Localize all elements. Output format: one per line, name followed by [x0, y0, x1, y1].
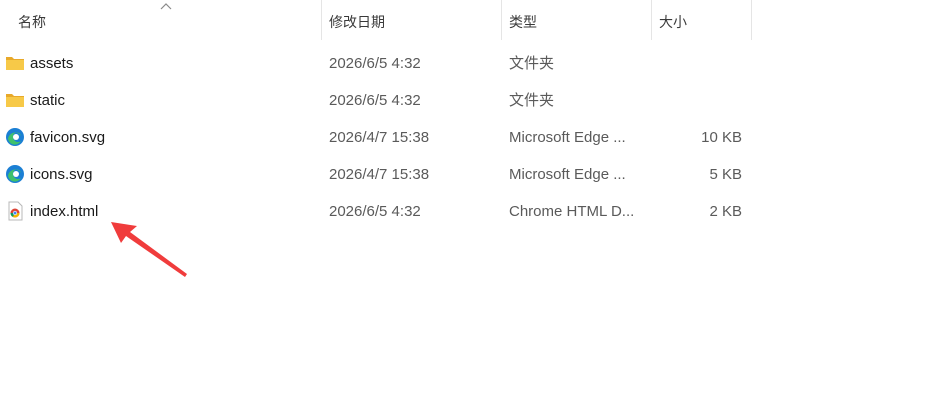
folder-icon: [6, 57, 24, 70]
edge-icon: [6, 165, 24, 183]
file-explorer: 名称 修改日期 类型 大小 assets 2026/6/5 4:32 文件夹 s…: [0, 0, 931, 414]
chrome-html-icon: [8, 201, 23, 221]
file-type: Microsoft Edge ...: [509, 129, 626, 146]
file-size: [652, 45, 742, 82]
file-type: 文件夹: [509, 55, 555, 72]
file-row-favicon[interactable]: favicon.svg 2026/4/7 15:38 Microsoft Edg…: [0, 119, 760, 156]
file-date: 2026/6/5 4:32: [329, 55, 421, 72]
file-row-static[interactable]: static 2026/6/5 4:32 文件夹: [0, 82, 760, 119]
file-type: 文件夹: [509, 92, 555, 109]
column-header-row: 名称 修改日期 类型 大小: [0, 0, 931, 40]
file-name: icons.svg: [30, 166, 93, 183]
file-name: static: [30, 92, 66, 109]
file-size: [652, 82, 742, 119]
file-type: Microsoft Edge ...: [509, 166, 626, 183]
column-header-name[interactable]: 名称: [10, 0, 322, 40]
column-header-size[interactable]: 大小: [651, 0, 751, 40]
file-size: 10 KB: [701, 129, 742, 146]
file-type: Chrome HTML D...: [509, 203, 635, 220]
file-name: favicon.svg: [30, 129, 106, 146]
file-date: 2026/4/7 15:38: [329, 166, 430, 183]
file-name: index.html: [30, 203, 99, 220]
file-row-index-html[interactable]: index.html 2026/6/5 4:32 Chrome HTML D..…: [0, 193, 760, 230]
file-size: 2 KB: [709, 203, 742, 220]
file-row-assets[interactable]: assets 2026/6/5 4:32 文件夹: [0, 45, 760, 82]
file-row-icons[interactable]: icons.svg 2026/4/7 15:38 Microsoft Edge …: [0, 156, 760, 193]
file-date: 2026/6/5 4:32: [329, 92, 421, 109]
column-header-type[interactable]: 类型: [501, 0, 651, 40]
column-divider[interactable]: [751, 0, 752, 40]
file-date: 2026/4/7 15:38: [329, 129, 430, 146]
file-size: 5 KB: [709, 166, 742, 183]
file-date: 2026/6/5 4:32: [329, 203, 421, 220]
column-header-date[interactable]: 修改日期: [321, 0, 501, 40]
file-name: assets: [30, 55, 74, 72]
edge-icon: [6, 128, 24, 146]
folder-icon: [6, 94, 24, 107]
